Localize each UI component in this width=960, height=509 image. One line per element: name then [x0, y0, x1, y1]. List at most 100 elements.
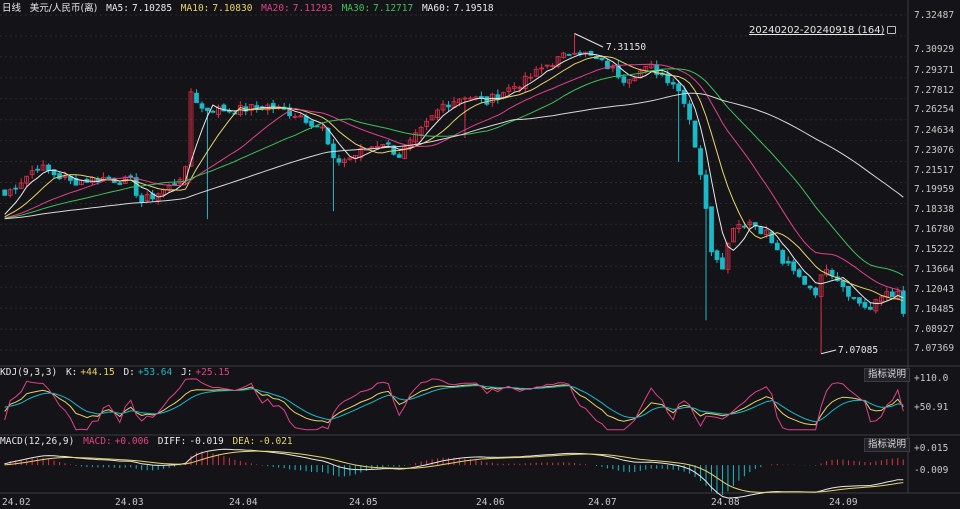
ma20-label: MA20:	[261, 3, 290, 14]
ma60-label: MA60:	[421, 3, 451, 14]
candle-body	[889, 291, 895, 297]
kdj-help-button[interactable]: 指标说明	[864, 368, 910, 382]
macd-header: MACD(12,26,9) MACD: +0.006 DIFF: -0.019 DE…	[0, 436, 296, 448]
kdj-title[interactable]: KDJ(9,3,3)	[0, 367, 57, 378]
macd-tick: -0.009	[914, 465, 949, 476]
y-tick: 7.16780	[914, 224, 955, 235]
candle-body	[720, 257, 725, 270]
y-tick: 7.21517	[914, 165, 955, 176]
date-range-link[interactable]: 20240202-20240918 (164)	[749, 25, 897, 36]
kdj-tick: +50.91	[914, 402, 949, 413]
ma20-value: 7.11293	[292, 3, 333, 14]
y-tick: 7.18338	[914, 204, 955, 215]
x-tick: 24.04	[229, 497, 258, 508]
candle-body	[270, 103, 276, 109]
candle-body	[774, 242, 780, 251]
y-tick: 7.26254	[914, 104, 955, 115]
y-tick: 7.23076	[914, 145, 955, 156]
macd-dea-line	[4, 450, 904, 493]
candle-body	[681, 89, 687, 104]
kdj-tick: +110.0	[914, 373, 949, 384]
candle-body	[785, 260, 791, 264]
x-tick: 24.02	[2, 497, 31, 508]
candle-body	[309, 120, 314, 127]
kdj-d-line	[4, 384, 904, 423]
candle-body	[385, 142, 391, 145]
x-tick: 24.09	[829, 497, 858, 508]
ma5-line	[4, 53, 904, 305]
candle-body	[802, 275, 808, 285]
y-tick: 7.10485	[914, 304, 955, 315]
candle-body	[714, 250, 720, 260]
candle-body	[210, 110, 216, 113]
lock-icon	[887, 26, 897, 34]
ma10-label: MA10:	[180, 3, 210, 14]
high-annotation: 7.31150	[606, 42, 647, 53]
macd-macd-label: MACD:	[83, 436, 112, 447]
y-tick: 7.29371	[914, 65, 955, 76]
candle-body	[840, 280, 846, 288]
kdj-d-value: +53.64	[137, 367, 173, 378]
candle-body	[446, 104, 451, 108]
candle-body	[46, 164, 51, 171]
y-tick: 7.32487	[914, 10, 955, 21]
price-chart[interactable]	[0, 0, 960, 509]
candle-body	[862, 302, 868, 308]
candle-body	[709, 206, 714, 253]
candle-body	[780, 249, 786, 264]
y-tick: 7.30929	[914, 44, 955, 55]
macd-help-button[interactable]: 指标说明	[864, 438, 910, 452]
ma5-label: MA5:	[106, 3, 129, 14]
candle-body	[698, 148, 703, 175]
symbol-label: 美元/人民币(离)	[29, 3, 98, 14]
low-annotation: 7.07085	[838, 345, 879, 356]
y-tick: 7.24634	[914, 125, 955, 136]
y-tick: 7.12043	[914, 284, 955, 295]
macd-dea-value: -0.021	[258, 436, 293, 447]
high-marker	[574, 33, 604, 48]
candle-body	[670, 82, 676, 85]
candle-body	[758, 226, 764, 234]
kdj-j-value: +25.15	[195, 367, 230, 378]
macd-title[interactable]: MACD(12,26,9)	[0, 436, 74, 447]
candle-body	[692, 120, 698, 148]
ma30-label: MA30:	[341, 3, 371, 14]
macd-diff-value: -0.019	[189, 436, 224, 447]
candle-body	[813, 287, 818, 296]
candle-body	[868, 306, 873, 310]
candle-body	[791, 261, 797, 271]
candle-body	[687, 103, 692, 120]
candle-body	[336, 158, 342, 163]
candle-body	[172, 183, 177, 186]
ma10-line	[4, 55, 904, 302]
kdj-k-value: +44.15	[80, 367, 115, 378]
kdj-header: KDJ(9,3,3) K: +44.15 D: +53.64 J: +25.15	[0, 367, 233, 379]
candle-body	[2, 189, 8, 196]
ma10-value: 7.10830	[212, 3, 253, 14]
kdj-j-label: J:	[180, 367, 193, 378]
chart-header: 日线 美元/人民币(离) MA5: 7.10285 MA10: 7.10830 MA…	[2, 2, 497, 15]
macd-diff-line	[4, 448, 904, 499]
candle-body	[139, 195, 145, 203]
ma60-value: 7.19518	[453, 3, 494, 14]
x-tick: 24.03	[115, 497, 144, 508]
candle-body	[742, 225, 747, 228]
ma5-value: 7.10285	[132, 3, 173, 14]
y-tick: 7.19959	[914, 184, 955, 195]
low-marker	[820, 349, 837, 355]
candle-body	[194, 92, 199, 103]
candle-body	[796, 269, 802, 277]
y-tick: 7.08927	[914, 324, 955, 335]
candle-body	[117, 182, 123, 185]
candle-body	[331, 143, 336, 159]
period-label[interactable]: 日线	[2, 3, 21, 14]
y-tick: 7.15222	[914, 244, 955, 255]
candle-body	[703, 174, 709, 209]
y-tick: 7.27812	[914, 85, 955, 96]
candle-body	[254, 105, 260, 109]
candle-body	[396, 154, 402, 158]
candle-body	[35, 168, 40, 171]
candle-body	[621, 76, 627, 83]
candle-body	[484, 96, 490, 105]
y-tick: 7.07369	[914, 343, 955, 354]
